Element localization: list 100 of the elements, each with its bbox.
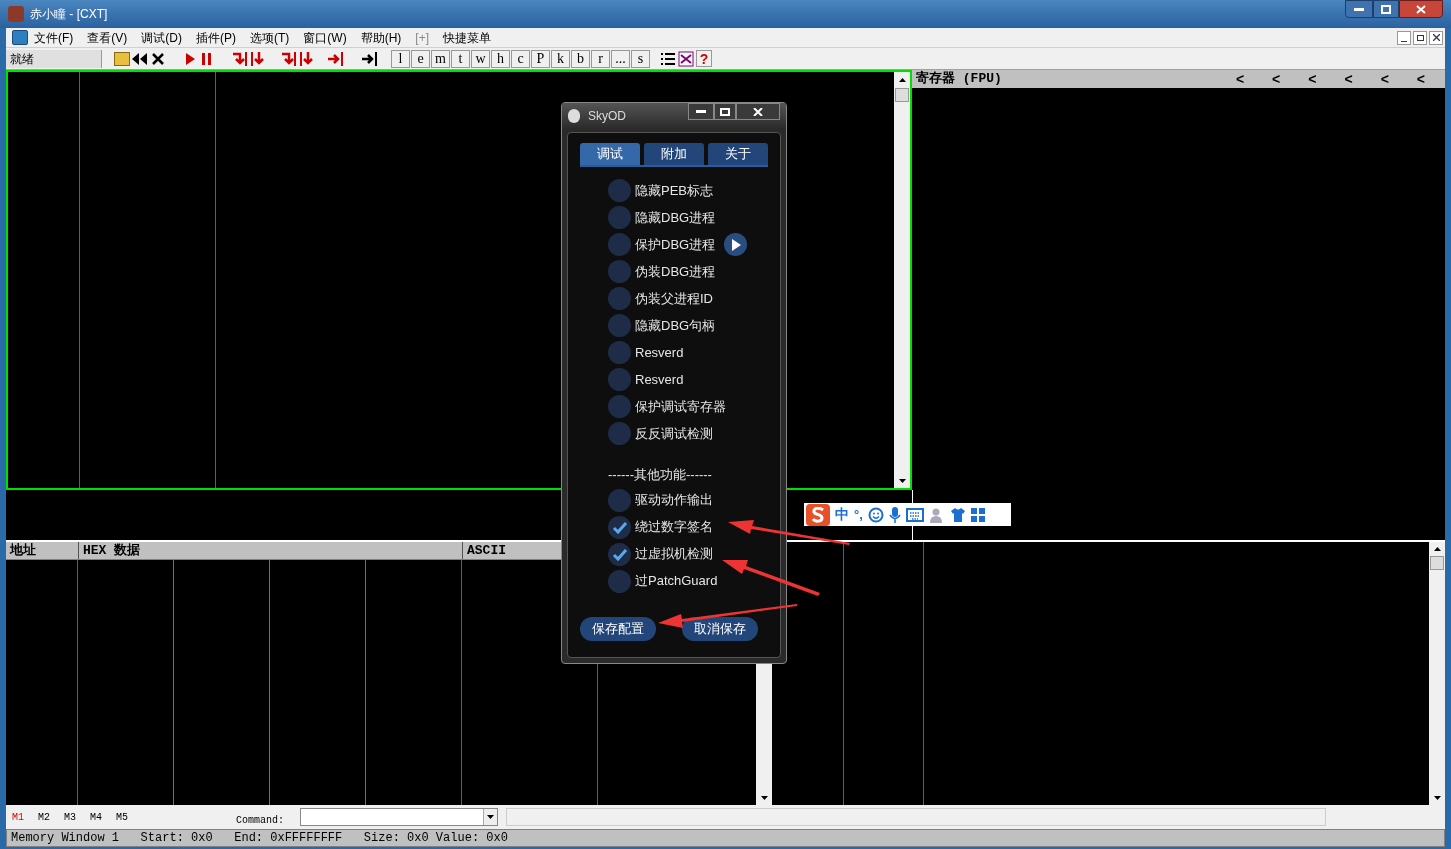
toolbar-button[interactable]: P [531,49,550,68]
scroll-arrow[interactable]: < [1380,68,1389,90]
toolbar-button[interactable]: c [511,49,530,68]
scrollbar[interactable] [1429,542,1445,805]
check-icon [611,520,628,534]
rewind-icon[interactable] [131,51,149,66]
close-icon [1416,4,1426,14]
scroll-down-icon[interactable] [760,796,768,800]
window-grid-icon[interactable] [678,50,694,67]
close-button[interactable] [1399,0,1443,18]
scroll-down-icon[interactable] [898,479,906,483]
menu-item[interactable]: 插件(P) [196,28,236,47]
checkbox[interactable] [608,488,631,512]
toolbar-button[interactable]: h [491,49,510,68]
checkbox[interactable] [608,515,631,539]
input-mode-toggle[interactable]: 中 [835,504,849,525]
toolbar-button[interactable]: k [551,49,570,68]
checkbox[interactable] [608,179,631,202]
pane-header: 寄存器 (FPU) [916,69,1002,89]
toolbar-button[interactable]: l [391,49,410,68]
checkbox[interactable] [608,368,631,391]
close-button[interactable] [1429,30,1443,45]
menu-item[interactable]: 窗口(W) [303,28,347,47]
scrollbar[interactable] [894,72,910,488]
toolbar-button[interactable]: s [631,49,650,68]
option-label: 绕过数字签名 [635,518,713,537]
minimize-button[interactable] [688,103,714,120]
checkbox[interactable] [608,395,631,418]
memory-tab[interactable]: M1 [12,809,24,825]
scroll-arrow[interactable]: < [1344,68,1353,90]
list-icon[interactable] [660,50,676,67]
dialog-button[interactable]: 取消保存 [682,616,758,641]
memory-tab[interactable]: M3 [64,809,77,825]
scroll-arrow[interactable]: < [1416,68,1425,90]
smiley-icon[interactable] [867,506,884,523]
toolbar-button[interactable]: t [451,49,470,68]
open-file-icon[interactable] [114,51,130,66]
scroll-thumb[interactable] [895,88,909,102]
help-button[interactable]: ? [696,50,712,67]
minimize-button[interactable] [1345,0,1373,18]
status-text: 就绪 [6,49,102,68]
dropdown-button[interactable] [483,809,498,825]
toolbar-button[interactable]: m [431,49,450,68]
keyboard-icon[interactable] [905,507,924,522]
checkbox[interactable] [608,341,631,364]
scroll-up-icon[interactable] [1433,547,1441,551]
menu-item[interactable]: 调试(D) [141,28,182,47]
microphone-icon[interactable] [888,506,901,523]
go-to-icon[interactable] [361,50,379,67]
step-into-icon[interactable] [231,50,249,67]
checkbox[interactable] [608,569,631,593]
dialog-button[interactable]: 保存配置 [580,616,656,641]
scroll-arrow[interactable]: < [1235,68,1245,90]
memory-tab[interactable]: M2 [38,809,51,825]
scroll-down-icon[interactable] [1433,796,1441,800]
minimize-button[interactable] [1397,30,1411,45]
close-icon[interactable] [150,51,166,66]
scroll-up-icon[interactable] [898,78,906,82]
toolbar-button[interactable]: r [591,49,610,68]
checkbox[interactable] [608,206,631,229]
menu-item[interactable]: 文件(F) [34,28,74,47]
trace-into-icon[interactable] [280,50,298,67]
scroll-arrow[interactable]: < [1308,68,1317,90]
close-icon [753,107,763,116]
punctuation-toggle[interactable]: °, [854,504,863,525]
checkbox[interactable] [608,422,631,445]
memory-tab[interactable]: M4 [90,809,103,825]
scroll-thumb[interactable] [1430,556,1444,570]
grid-icon[interactable] [970,507,985,522]
execute-till-return-icon[interactable] [327,50,345,67]
restore-button[interactable] [1413,30,1427,45]
maximize-button[interactable] [714,103,736,120]
checkbox[interactable] [608,314,631,337]
toolbar-button[interactable]: b [571,49,590,68]
play-button[interactable] [724,233,748,256]
checkbox[interactable] [608,287,631,310]
toolbar-button[interactable]: w [471,49,490,68]
tab[interactable]: 调试 [580,143,640,165]
checkbox[interactable] [608,260,631,283]
toolbar-button[interactable]: e [411,49,430,68]
toolbar-button[interactable]: ... [611,49,630,68]
shirt-icon[interactable] [949,506,966,523]
menu-item[interactable]: 选项(T) [250,28,290,47]
app-icon [8,6,24,22]
scroll-arrow[interactable]: < [1272,68,1281,90]
ime-logo-icon[interactable] [806,503,830,526]
option-label: Resverd [635,370,684,389]
memory-tab[interactable]: M5 [116,809,129,825]
maximize-button[interactable] [1373,0,1399,18]
menu-item[interactable]: 查看(V) [87,28,128,47]
checkbox[interactable] [608,233,631,256]
menu-item[interactable]: 快捷菜单 [443,28,491,47]
maximize-icon [1381,4,1391,14]
avatar-icon [568,109,580,123]
checkbox[interactable] [608,542,631,566]
menu-item[interactable]: 帮助(H) [360,28,402,47]
close-button[interactable] [736,103,780,120]
option-label: 隐藏PEB标志 [635,181,713,200]
tab[interactable]: 附加 [644,143,704,165]
tab[interactable]: 关于 [708,143,768,165]
